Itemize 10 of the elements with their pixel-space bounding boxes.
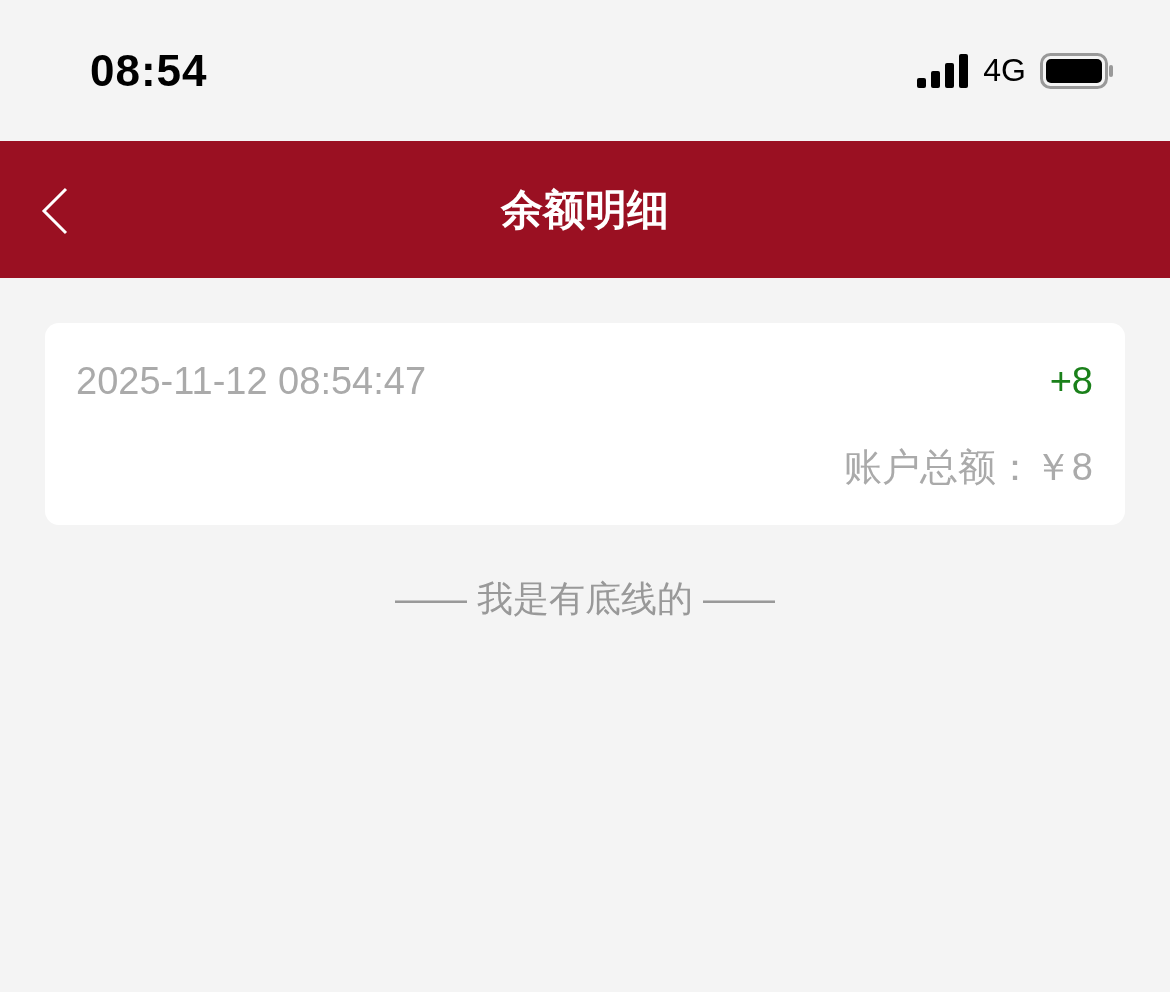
account-balance: 账户总额：￥8 — [843, 445, 1093, 489]
record-amount: +8 — [1049, 359, 1093, 403]
battery-icon — [1040, 52, 1114, 89]
page-title: 余额明细 — [501, 184, 669, 235]
status-time: 08:54 — [90, 45, 208, 96]
network-label: 4G — [983, 52, 1026, 89]
record-time: 2025-11-12 08:54:47 — [76, 359, 427, 403]
end-of-list-text: —— 我是有底线的 —— — [395, 577, 775, 621]
signal-icon — [917, 53, 970, 88]
back-icon — [40, 187, 68, 235]
